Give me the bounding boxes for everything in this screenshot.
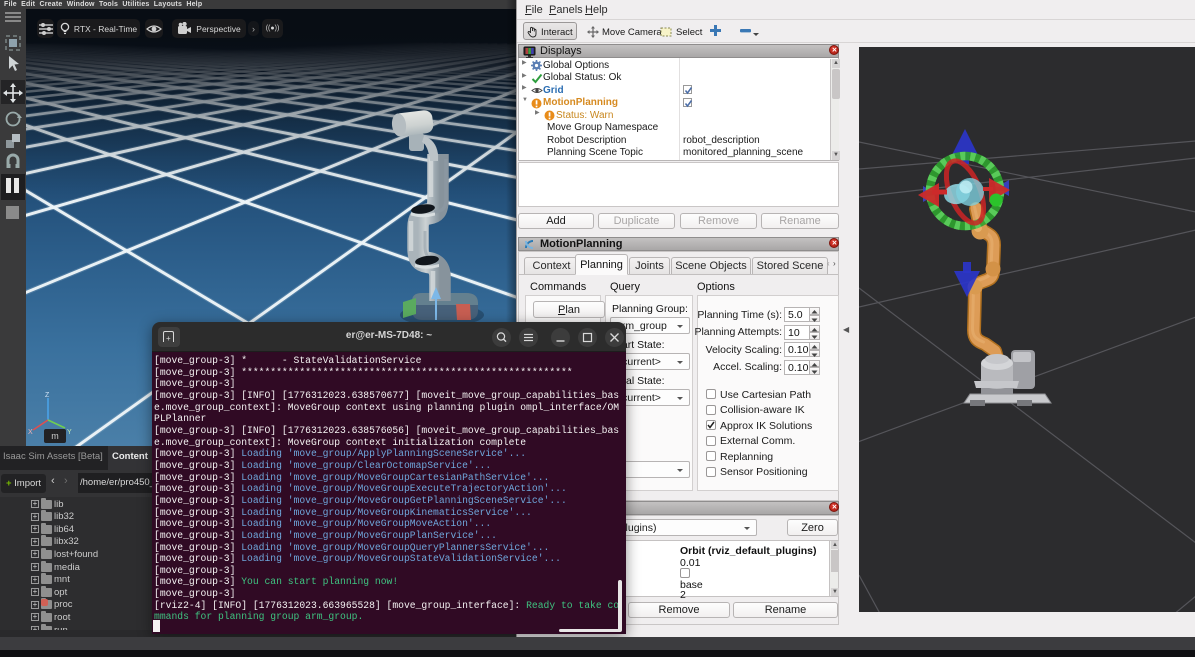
svg-text:Z: Z xyxy=(45,392,50,399)
svg-text:X: X xyxy=(28,429,33,434)
svg-text:Y: Y xyxy=(67,429,72,434)
